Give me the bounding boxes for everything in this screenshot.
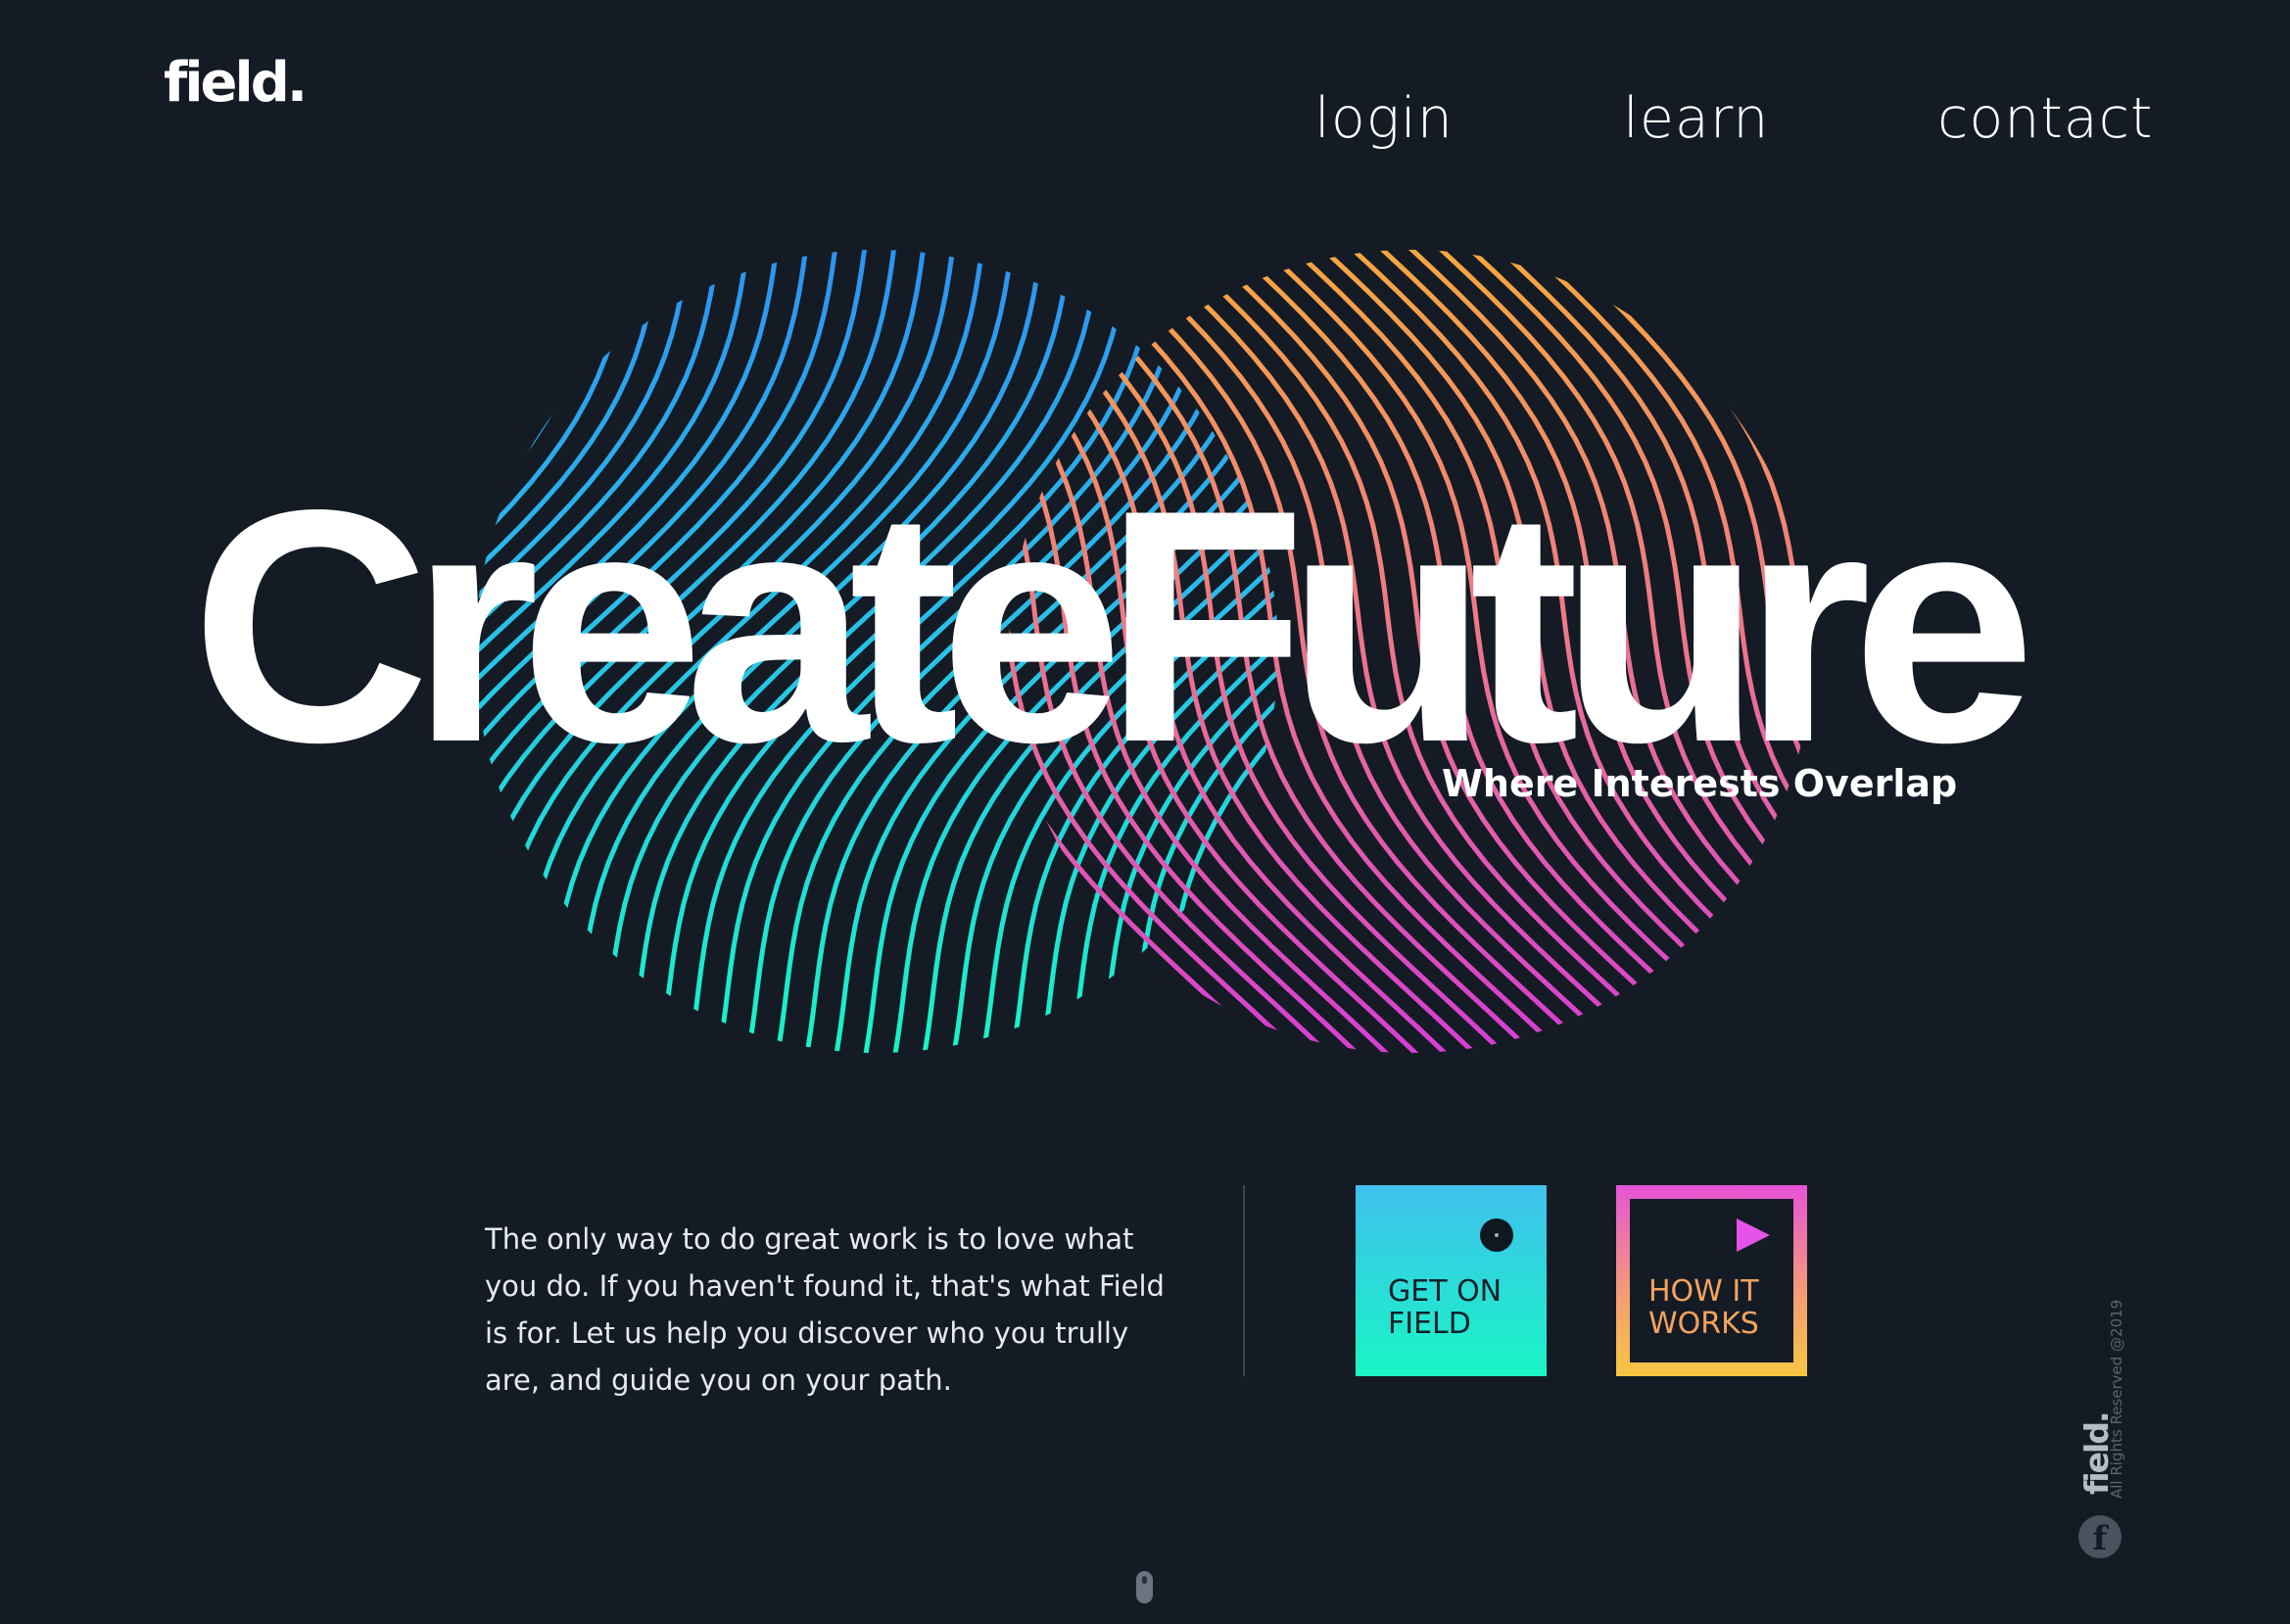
vertical-divider — [1243, 1185, 1245, 1376]
dot-icon — [1480, 1218, 1513, 1252]
intro-paragraph: The only way to do great work is to love… — [485, 1222, 1165, 1397]
facebook-icon[interactable]: f — [2078, 1515, 2122, 1558]
footer-logo: field. — [2077, 1412, 2116, 1495]
get-on-field-label: GET ON FIELD — [1388, 1274, 1503, 1341]
get-on-field-button[interactable]: GET ON FIELD — [1356, 1185, 1547, 1376]
how-it-works-button[interactable]: HOW IT WORKS — [1616, 1185, 1807, 1376]
footer-vertical: All Rights Reserved @2019 field. — [2072, 1300, 2130, 1518]
play-icon — [1737, 1218, 1770, 1252]
mouse-scroll-icon[interactable] — [1136, 1571, 1153, 1603]
hero-headline: CreateFuture — [191, 441, 2036, 811]
how-it-works-label: HOW IT WORKS — [1648, 1274, 1759, 1341]
hero-tagline: Where Interests Overlap — [1442, 762, 1958, 805]
how-it-works-inner: HOW IT WORKS — [1630, 1199, 1793, 1362]
